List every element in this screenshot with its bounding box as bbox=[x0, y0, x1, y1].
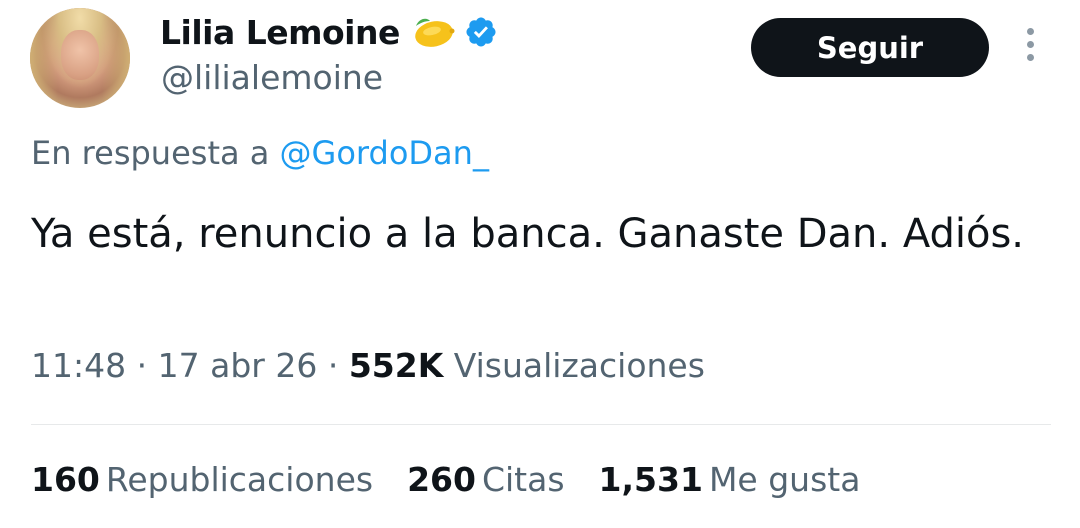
avatar[interactable] bbox=[30, 8, 130, 108]
reposts-label: Republicaciones bbox=[105, 460, 374, 499]
meta-separator: · bbox=[327, 346, 339, 385]
reposts-count: 160 bbox=[31, 460, 100, 499]
avatar-face bbox=[61, 30, 99, 80]
author-display-name[interactable]: Lilia Lemoine bbox=[160, 13, 400, 52]
likes-label: Me gusta bbox=[708, 460, 861, 499]
more-dot bbox=[1026, 41, 1034, 48]
engagement-stats: 160 Republicaciones 260 Citas 1,531 Me gust… bbox=[31, 460, 894, 499]
reply-mention-link[interactable]: @GordoDan_ bbox=[280, 134, 489, 172]
tweet-text: Ya está, renuncio a la banca. Ganaste Da… bbox=[31, 211, 1025, 257]
meta-separator: · bbox=[136, 346, 148, 385]
divider bbox=[31, 424, 1051, 425]
quotes-stat[interactable]: 260 Citas bbox=[407, 460, 564, 499]
likes-count: 1,531 bbox=[598, 460, 703, 499]
lemon-icon bbox=[415, 18, 455, 47]
tweet-meta: 11:48 · 17 abr 26 · 552K Visualizaciones bbox=[31, 346, 705, 385]
quotes-label: Citas bbox=[481, 460, 565, 499]
tweet-time[interactable]: 11:48 bbox=[31, 346, 126, 385]
verified-badge-icon[interactable] bbox=[464, 15, 498, 49]
views-label: Visualizaciones bbox=[453, 346, 705, 385]
follow-button[interactable]: Seguir bbox=[751, 18, 989, 77]
reply-context: En respuesta a @GordoDan_ bbox=[31, 134, 489, 172]
author-handle[interactable]: @lilialemoine bbox=[161, 58, 383, 97]
likes-stat[interactable]: 1,531 Me gusta bbox=[599, 460, 861, 499]
tweet-date[interactable]: 17 abr 26 bbox=[158, 346, 318, 385]
author-name-row: Lilia Lemoine bbox=[160, 10, 498, 54]
views-count: 552K bbox=[348, 346, 444, 385]
more-dot bbox=[1026, 28, 1034, 35]
reply-prefix: En respuesta a bbox=[31, 134, 270, 172]
reposts-stat[interactable]: 160 Republicaciones bbox=[31, 460, 373, 499]
more-dot bbox=[1026, 54, 1034, 61]
more-options-icon[interactable] bbox=[1018, 28, 1042, 68]
quotes-count: 260 bbox=[407, 460, 476, 499]
